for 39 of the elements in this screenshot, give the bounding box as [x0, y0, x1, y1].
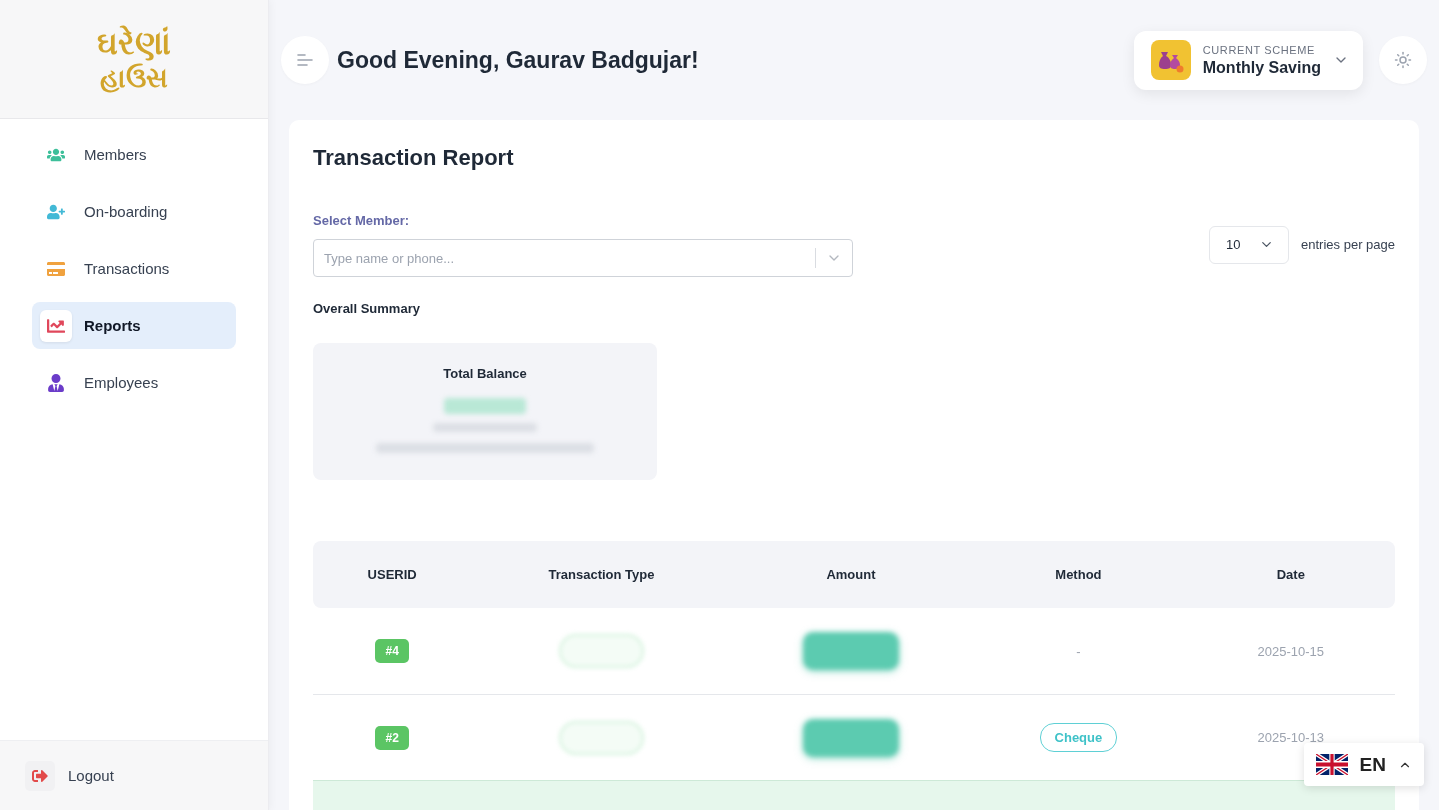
entries-label: entries per page — [1301, 237, 1395, 252]
logo-text: ઘરેણાં — [97, 25, 171, 62]
menu-icon — [297, 54, 313, 66]
nav-item[interactable]: On-boarding — [32, 188, 236, 235]
date-text: 2025-10-15 — [1257, 643, 1325, 659]
nav-item[interactable]: Employees — [32, 359, 236, 406]
section-heading: Overall Summary — [313, 300, 421, 318]
page-greeting: Good Evening, Gaurav Badgujar! — [337, 46, 699, 74]
column-header: Transaction Type — [548, 567, 655, 582]
report-title: Transaction Report — [313, 144, 515, 172]
logout-icon — [25, 760, 55, 791]
method-tag: Cheque — [1039, 723, 1118, 752]
logout-button[interactable]: Logout — [25, 760, 114, 791]
scheme-selector[interactable]: CURRENT SCHEME Monthly Saving — [1133, 30, 1363, 90]
money-bags-icon — [1150, 40, 1191, 80]
language-selector[interactable]: EN — [1303, 743, 1424, 786]
theme-toggle-button[interactable] — [1379, 36, 1427, 84]
card-title: Total Balance — [443, 365, 527, 383]
date-text: 2025-10-13 — [1257, 730, 1325, 745]
flag-icon — [1315, 754, 1348, 775]
column-header: Date — [1276, 567, 1305, 582]
nav-item[interactable]: Members — [32, 131, 236, 178]
logo-text: હાઉસ — [100, 61, 168, 93]
column-header: Amount — [826, 567, 876, 582]
user-tie-icon — [47, 373, 65, 392]
userid-badge: #4 — [375, 639, 409, 663]
field-label: Select Member: — [313, 212, 411, 230]
credit-card-icon — [47, 259, 65, 278]
sun-icon — [1394, 51, 1412, 69]
page-size-select[interactable]: 10 — [1209, 225, 1290, 264]
nav-item[interactable]: Reports — [32, 302, 236, 349]
user-plus-icon — [47, 202, 65, 221]
method-text: - — [1076, 643, 1081, 659]
column-header: USERID — [367, 567, 417, 582]
menu-button[interactable] — [281, 36, 329, 84]
line-chart-icon — [40, 309, 72, 342]
column-header: Method — [1055, 567, 1102, 582]
userid-badge: #2 — [375, 725, 409, 750]
nav-item[interactable]: Transactions — [32, 245, 236, 292]
